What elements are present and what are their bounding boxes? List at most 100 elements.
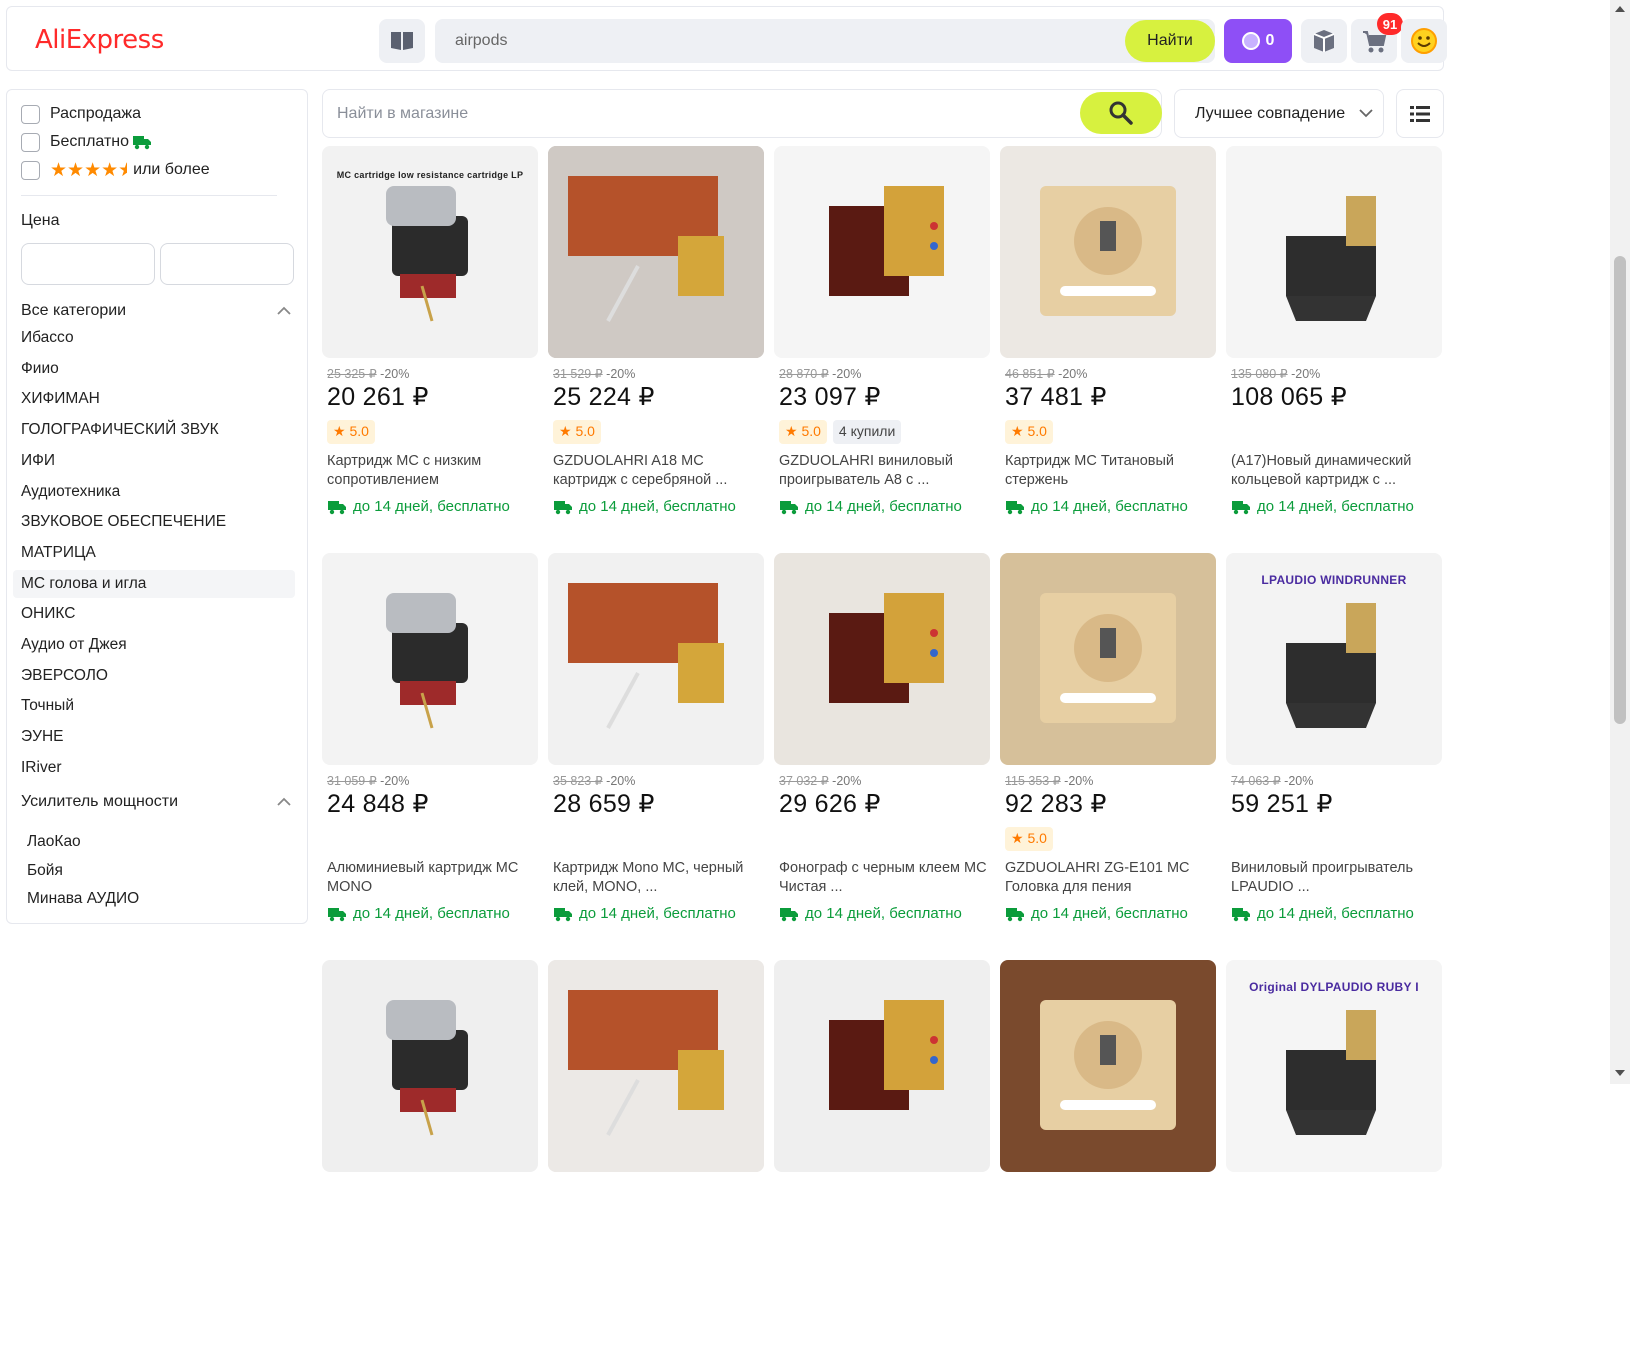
product-image[interactable]	[1226, 146, 1442, 358]
product-image-caption: Original DYLPAUDIO RUBY I	[1249, 980, 1419, 994]
category-item[interactable]: Ибассо	[21, 324, 303, 352]
product-image[interactable]	[774, 553, 990, 765]
category-item[interactable]: Точный	[21, 692, 303, 720]
product-shipping-text: до 14 дней, бесплатно	[1031, 498, 1188, 515]
product-card[interactable]: 35 823 ₽ -20% 28 659 ₽ Картридж Mono MC, ч…	[548, 553, 764, 943]
product-discount: -20%	[1058, 367, 1088, 381]
category-item[interactable]: Аудио от Джея	[21, 631, 303, 659]
coins-count: 0	[1265, 32, 1275, 49]
product-image[interactable]	[322, 553, 538, 765]
product-title[interactable]: Фонограф с черным клеем МС Чистая ...	[779, 859, 989, 897]
product-card[interactable]: 31 059 ₽ -20% 24 848 ₽ Алюминиевый картрид…	[322, 553, 538, 943]
product-card[interactable]	[774, 960, 990, 1350]
product-old-price: 25 325 ₽ -20%	[327, 367, 410, 381]
truck-icon	[328, 907, 346, 921]
category-item[interactable]: ЗВУКОВОЕ ОБЕСПЕЧЕНИЕ	[21, 508, 303, 536]
power-amp-header[interactable]: Усилитель мощности	[21, 793, 291, 811]
product-card[interactable]: 46 851 ₽ -20% 37 481 ₽ ★ 5.0 Картридж МС Ти…	[1000, 146, 1216, 536]
product-card[interactable]: Original DYLPAUDIO RUBY I	[1226, 960, 1442, 1350]
page-scrollbar[interactable]	[1610, 0, 1630, 1084]
all-categories-label: Все категории	[21, 302, 127, 319]
category-item[interactable]: ИФИ	[21, 447, 303, 475]
product-title[interactable]: Картридж Mono MC, черный клей, MONO, ...	[553, 859, 763, 897]
product-rating-value: 5.0	[1027, 423, 1047, 439]
category-item[interactable]: IRiver	[21, 754, 303, 782]
filter-rating[interactable]: ★★★★★ или более	[21, 159, 210, 181]
product-title[interactable]: Картридж МС с низким сопротивлением	[327, 452, 537, 490]
product-image-caption: LPAUDIO WINDRUNNER	[1261, 573, 1407, 587]
catalog-button[interactable]	[379, 19, 425, 63]
sort-dropdown[interactable]: Лучшее совпадение	[1174, 89, 1384, 138]
sale-checkbox[interactable]	[21, 104, 40, 124]
price-max-input[interactable]	[160, 243, 294, 285]
product-image[interactable]	[548, 960, 764, 1172]
cart-button[interactable]: 91	[1351, 13, 1403, 63]
all-categories-header[interactable]: Все категории	[21, 302, 291, 320]
orders-button[interactable]	[1301, 19, 1347, 63]
product-image[interactable]	[322, 960, 538, 1172]
product-title[interactable]: (A17)Новый динамический кольцевой картри…	[1231, 452, 1441, 490]
product-title[interactable]: Виниловый проигрыватель LPAUDIO ...	[1231, 859, 1441, 897]
product-shipping-text: до 14 дней, бесплатно	[1257, 498, 1414, 515]
product-title[interactable]: GZDUOLAHRI виниловый проигрыватель A8 с …	[779, 452, 989, 490]
aliexpress-logo[interactable]: AliExpress	[35, 25, 164, 55]
truck-icon	[1006, 907, 1024, 921]
power-amp-subcategory-item[interactable]: Бойя	[27, 862, 63, 880]
filter-sale[interactable]: Распродажа	[21, 103, 141, 125]
product-rating-value: 5.0	[349, 423, 369, 439]
find-button[interactable]: Найти	[1125, 20, 1215, 62]
category-item[interactable]: ЭУНЕ	[21, 723, 303, 751]
category-item[interactable]: ОНИКС	[21, 600, 303, 628]
product-card[interactable]: 37 032 ₽ -20% 29 626 ₽ Фонограф с черным к…	[774, 553, 990, 943]
rating-checkbox[interactable]	[21, 160, 40, 180]
product-card[interactable]: 115 353 ₽ -20% 92 283 ₽ ★ 5.0 GZDUOLAHRI ZG…	[1000, 553, 1216, 943]
product-image[interactable]	[1000, 553, 1216, 765]
category-item[interactable]: ХИФИМАН	[21, 385, 303, 413]
product-image[interactable]	[548, 553, 764, 765]
product-card[interactable]: MC cartridge low resistance cartridge LP…	[322, 146, 538, 536]
main-search-input[interactable]: airpods	[435, 19, 1215, 63]
store-search-input[interactable]: Найти в магазине	[322, 89, 1162, 138]
product-card[interactable]: 135 080 ₽ -20% 108 065 ₽ (A17)Новый динами…	[1226, 146, 1442, 536]
product-image[interactable]	[548, 146, 764, 358]
search-icon	[1109, 101, 1133, 125]
category-item[interactable]: Аудиотехника	[21, 478, 303, 506]
scroll-thumb[interactable]	[1614, 256, 1626, 724]
profile-button[interactable]	[1401, 19, 1447, 63]
product-title[interactable]: Картридж МС Титановый стержень	[1005, 452, 1215, 490]
price-min-input[interactable]	[21, 243, 155, 285]
product-discount: -20%	[606, 367, 636, 381]
filter-free-shipping[interactable]: Бесплатно	[21, 131, 152, 153]
category-item[interactable]: МС голова и игла	[13, 569, 295, 598]
category-item[interactable]: ЭВЕРСОЛО	[21, 662, 303, 690]
product-image[interactable]	[774, 146, 990, 358]
store-search-button[interactable]	[1080, 92, 1162, 134]
product-image[interactable]	[774, 960, 990, 1172]
product-card[interactable]: LPAUDIO WINDRUNNER 74 063 ₽ -20% 59 251 ₽ В…	[1226, 553, 1442, 943]
product-shipping-text: до 14 дней, бесплатно	[805, 905, 962, 922]
product-title[interactable]: GZDUOLAHRI ZG-E101 MC Головка для пения	[1005, 859, 1215, 897]
product-card[interactable]	[548, 960, 764, 1350]
product-image[interactable]	[1000, 960, 1216, 1172]
product-title[interactable]: Алюминиевый картридж MC MONO	[327, 859, 537, 897]
power-amp-subcategory-item[interactable]: ЛаоКао	[27, 833, 81, 851]
category-item[interactable]: Фиио	[21, 355, 303, 383]
power-amp-subcategory-item[interactable]: Минава АУДИО	[27, 890, 139, 908]
product-card[interactable]: 31 529 ₽ -20% 25 224 ₽ ★ 5.0 GZDUOLAHRI A18…	[548, 146, 764, 536]
coins-button[interactable]: 0	[1224, 19, 1292, 63]
product-rating-badge: ★ 5.0	[1005, 420, 1053, 444]
category-item[interactable]: МАТРИЦА	[21, 539, 303, 567]
list-view-button[interactable]	[1396, 89, 1444, 138]
product-card[interactable]	[322, 960, 538, 1350]
free-shipping-checkbox[interactable]	[21, 132, 40, 152]
scroll-down-arrow[interactable]	[1615, 1070, 1625, 1076]
product-title[interactable]: GZDUOLAHRI A18 MC картридж с серебряной …	[553, 452, 763, 490]
product-card[interactable]	[1000, 960, 1216, 1350]
scroll-up-arrow[interactable]	[1615, 6, 1625, 12]
product-card[interactable]: 28 870 ₽ -20% 23 097 ₽ ★ 5.0 4 купили GZDUOL…	[774, 146, 990, 536]
product-discount: -20%	[1064, 774, 1094, 788]
category-item[interactable]: ГОЛОГРАФИЧЕСКИЙ ЗВУК	[21, 416, 303, 444]
sidebar-divider	[21, 195, 277, 196]
product-image[interactable]	[1000, 146, 1216, 358]
catalog-icon	[391, 32, 413, 50]
